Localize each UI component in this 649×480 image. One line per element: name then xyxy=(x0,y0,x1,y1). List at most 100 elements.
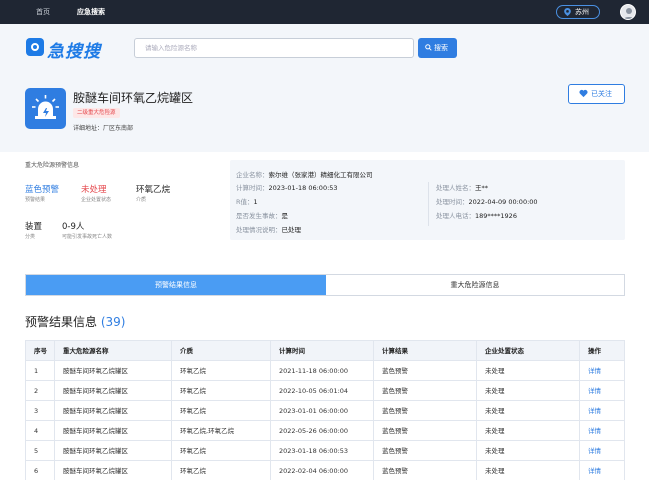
cell-medium: 环氧乙烷,环氧乙烷 xyxy=(171,421,270,440)
cell-calc-time: 2023-01-18 06:00:53 xyxy=(270,441,373,460)
table-row: 4 胺醚车间环氧乙烷罐区 环氧乙烷,环氧乙烷 2022-05-26 06:00:00 蓝… xyxy=(26,421,624,441)
detail-company: 企业名称：索尔维（张家港）精细化工有限公司 xyxy=(236,171,373,179)
detail-calc-time: 计算时间：2023-01-18 06:00:53 xyxy=(236,184,338,192)
table-row: 2 胺醚车间环氧乙烷罐区 环氧乙烷 2022-10-05 06:01:04 蓝色预警 未处… xyxy=(26,381,624,401)
details-link[interactable]: 详情 xyxy=(579,381,624,400)
cell-medium: 环氧乙烷 xyxy=(171,461,270,480)
table-body: 1 胺醚车间环氧乙烷罐区 环氧乙烷 2021-11-18 06:00:00 蓝色预警 未处… xyxy=(26,361,624,480)
cell-status: 未处理 xyxy=(476,361,579,380)
cell-calc-result: 蓝色预警 xyxy=(373,421,476,440)
search-icon xyxy=(425,44,432,51)
table-row: 1 胺醚车间环氧乙烷罐区 环氧乙烷 2021-11-18 06:00:00 蓝色预警 未处… xyxy=(26,361,624,381)
city-label: 苏州 xyxy=(575,8,589,16)
search-input[interactable]: 请输入危险源名称 xyxy=(134,38,414,58)
stat-value: 装置 xyxy=(25,222,43,232)
detail-divider xyxy=(428,182,429,226)
stat-warning-result: 蓝色预警 预警结果 xyxy=(25,183,59,203)
location-pin-icon xyxy=(564,8,571,16)
stat-value: 未处理 xyxy=(81,185,107,195)
stat-casualties: 0-9人 可能引发事故死亡人数 xyxy=(62,220,112,240)
stat-medium: 环氧乙烷 介质 xyxy=(136,183,170,203)
detail-handler-phone: 处理人电话：189****1926 xyxy=(436,212,517,220)
page-title: 胺醚车间环氧乙烷罐区 xyxy=(73,91,194,105)
details-link[interactable]: 详情 xyxy=(579,401,624,420)
cell-calc-time: 2022-10-05 06:01:04 xyxy=(270,381,373,400)
top-nav-bar: 首页 应急搜索 苏州 xyxy=(0,0,649,24)
address-text: 详细地址：厂区东南部 xyxy=(73,125,134,132)
stat-value: 0-9人 xyxy=(62,222,85,232)
detail-r-value: R值：1 xyxy=(236,198,258,206)
stat-value: 蓝色预警 xyxy=(25,185,60,195)
cell-status: 未处理 xyxy=(476,461,579,480)
cell-calc-result: 蓝色预警 xyxy=(373,401,476,420)
search-button-label: 搜索 xyxy=(434,44,448,52)
nav-emergency-search[interactable]: 应急搜索 xyxy=(77,7,105,17)
detail-handling-time: 处理时间：2022-04-09 00:00:00 xyxy=(436,198,538,206)
stat-label: 分类 xyxy=(25,234,36,240)
details-link[interactable]: 详情 xyxy=(579,361,624,380)
results-table: 序号 重大危险源名称 介质 计算时间 计算结果 企业处置状态 操作 1 胺醚车间环… xyxy=(25,340,625,480)
table-row: 5 胺醚车间环氧乙烷罐区 环氧乙烷 2023-01-18 06:00:53 蓝色预警 未处… xyxy=(26,441,624,461)
table-row: 6 胺醚车间环氧乙烷罐区 环氧乙烷 2022-02-04 06:00:00 蓝色预警 未处… xyxy=(26,461,624,480)
cell-calc-result: 蓝色预警 xyxy=(373,381,476,400)
details-link[interactable]: 详情 xyxy=(579,441,624,460)
cell-calc-result: 蓝色预警 xyxy=(373,361,476,380)
cell-calc-result: 蓝色预警 xyxy=(373,461,476,480)
cell-name: 胺醚车间环氧乙烷罐区 xyxy=(54,361,171,380)
cell-status: 未处理 xyxy=(476,421,579,440)
cell-name: 胺醚车间环氧乙烷罐区 xyxy=(54,421,171,440)
section-title: 预警结果信息 (39) xyxy=(25,315,126,329)
logo-text: 急搜搜 xyxy=(47,42,101,62)
stat-label: 企业处置状态 xyxy=(81,197,112,203)
result-count: (39) xyxy=(100,315,126,329)
cell-calc-result: 蓝色预警 xyxy=(373,441,476,460)
col-header-calc-time: 计算时间 xyxy=(270,341,373,360)
col-header-action: 操作 xyxy=(579,341,624,360)
stat-label: 预警结果 xyxy=(25,197,46,203)
cell-index: 1 xyxy=(34,367,39,375)
cell-index: 5 xyxy=(34,447,39,455)
follow-button[interactable]: 已关注 xyxy=(568,84,625,104)
cell-calc-time: 2021-11-18 06:00:00 xyxy=(270,361,373,380)
level-badge: 二级重大危险源 xyxy=(73,108,120,118)
cell-calc-time: 2023-01-01 06:00:00 xyxy=(270,401,373,420)
cell-status: 未处理 xyxy=(476,381,579,400)
cell-name: 胺醚车间环氧乙烷罐区 xyxy=(54,401,171,420)
entity-info: 胺醚车间环氧乙烷罐区 二级重大危险源 详细地址：厂区东南部 已关注 xyxy=(0,72,649,152)
user-avatar-icon xyxy=(623,8,635,19)
follow-button-label: 已关注 xyxy=(591,90,612,98)
cell-index: 3 xyxy=(34,407,39,415)
cell-medium: 环氧乙烷 xyxy=(171,401,270,420)
cell-name: 胺醚车间环氧乙烷罐区 xyxy=(54,381,171,400)
cell-medium: 环氧乙烷 xyxy=(171,381,270,400)
stat-value: 环氧乙烷 xyxy=(136,185,171,195)
cell-index: 6 xyxy=(34,467,39,475)
tab-hazard-info[interactable]: 重大危险源信息 xyxy=(326,275,624,295)
stat-category: 装置 分类 xyxy=(25,220,42,240)
col-header-index: 序号 xyxy=(34,347,47,355)
details-link[interactable]: 详情 xyxy=(579,461,624,480)
table-row: 3 胺醚车间环氧乙烷罐区 环氧乙烷 2023-01-01 06:00:00 蓝色预警 未处… xyxy=(26,401,624,421)
tab-bar: 预警结果信息 重大危险源信息 xyxy=(25,274,625,296)
alarm-light-icon xyxy=(25,88,66,129)
avatar[interactable] xyxy=(620,4,636,20)
cell-status: 未处理 xyxy=(476,401,579,420)
stat-handling-status: 未处理 企业处置状态 xyxy=(81,183,111,203)
col-header-medium: 介质 xyxy=(171,341,270,360)
nav-home[interactable]: 首页 xyxy=(36,7,50,17)
stat-label: 介质 xyxy=(136,197,147,203)
logo-icon xyxy=(26,38,44,56)
cell-name: 胺醚车间环氧乙烷罐区 xyxy=(54,461,171,480)
detail-handler-name: 处理人姓名：王** xyxy=(436,184,488,192)
detail-accident: 是否发生事故：是 xyxy=(236,212,288,220)
table-header: 序号 重大危险源名称 介质 计算时间 计算结果 企业处置状态 操作 xyxy=(26,340,624,361)
col-header-status: 企业处置状态 xyxy=(476,341,579,360)
tab-warning-results[interactable]: 预警结果信息 xyxy=(26,275,326,295)
city-selector[interactable]: 苏州 xyxy=(556,5,600,19)
details-link[interactable]: 详情 xyxy=(579,421,624,440)
cell-calc-time: 2022-05-26 06:00:00 xyxy=(270,421,373,440)
cell-calc-time: 2022-02-04 06:00:00 xyxy=(270,461,373,480)
search-button[interactable]: 搜索 xyxy=(418,38,457,58)
heart-icon xyxy=(579,89,588,98)
col-header-name: 重大危险源名称 xyxy=(54,341,171,360)
